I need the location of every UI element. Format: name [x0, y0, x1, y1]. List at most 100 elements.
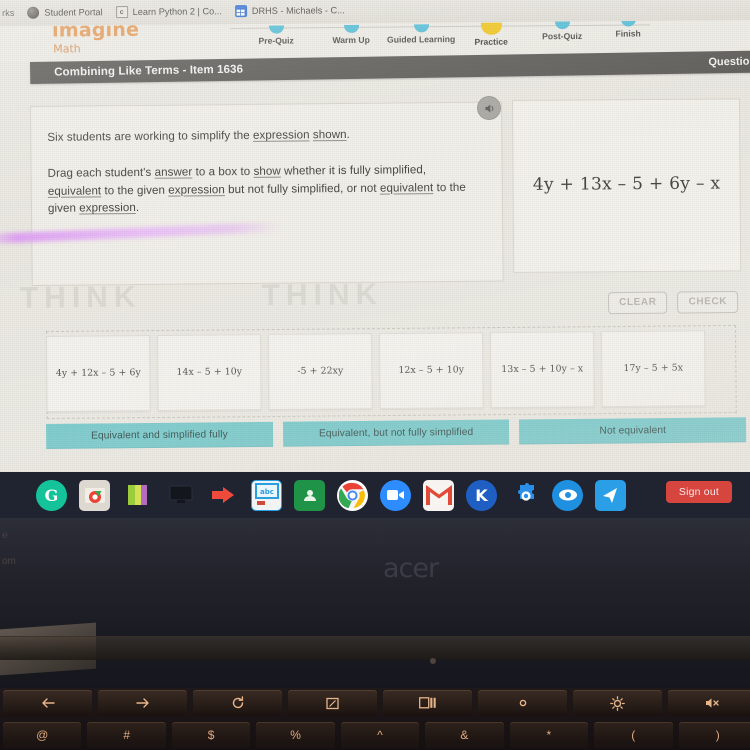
answer-tile[interactable]: 13x – 5 + 10y – x [489, 331, 595, 409]
imagine-math-logo[interactable]: imagine Math [52, 19, 139, 56]
progress-step-label: Practice [474, 36, 508, 47]
drop-zone-equivalent-not-simplified[interactable]: Equivalent, but not fully simplified [282, 419, 510, 447]
prompt-text: . [135, 201, 140, 215]
answer-tile-text: 4y + 12x – 5 + 6y [55, 367, 141, 380]
dollar-key[interactable]: $ [171, 722, 251, 748]
progress-step-warm-up[interactable]: Warm Up [315, 24, 387, 46]
progress-step-finish[interactable]: Finish [592, 18, 664, 39]
prompt-line-1: Six students are working to simplify the… [47, 125, 481, 147]
zoom-icon[interactable] [380, 479, 411, 511]
answer-tile[interactable]: -5 + 22xy [267, 333, 373, 411]
clear-button[interactable]: CLEAR [607, 291, 668, 315]
progress-step-practice[interactable]: Practice [455, 22, 527, 47]
question-content-area: Six students are working to simplify the… [0, 88, 750, 472]
brightness-down-key[interactable] [478, 690, 567, 716]
mute-key[interactable] [668, 690, 750, 716]
browser-tab-title: Learn Python 2 | Co... [132, 6, 222, 17]
page-title: Combining Like Terms - Item 1636 [54, 63, 244, 79]
progress-step-post-quiz[interactable]: Post-Quiz [526, 21, 598, 42]
fullscreen-key[interactable] [288, 690, 377, 716]
asterisk-key[interactable]: * [509, 722, 589, 748]
eye-monitor-icon[interactable] [552, 479, 583, 511]
forward-key[interactable] [98, 690, 187, 716]
acer-brand-logo: acer [383, 553, 439, 584]
sign-out-button[interactable]: Sign out [665, 481, 732, 503]
nearpod-arrow-icon[interactable] [595, 479, 626, 511]
bookmark-clipped-label: rks [2, 7, 15, 18]
gmail-icon[interactable] [423, 479, 454, 511]
chromebook-screen: rks Student Portal c Learn Python 2 | Co… [0, 0, 750, 472]
laptop-hinge [0, 636, 750, 660]
vocabulary-term[interactable]: answer [155, 166, 193, 179]
vocabulary-term[interactable]: show [253, 165, 280, 178]
display-monitor-icon[interactable] [165, 480, 196, 511]
open-paren-key[interactable]: ( [594, 722, 673, 748]
ampersand-key[interactable]: & [425, 722, 504, 748]
drop-zone-headers: Equivalent and simplified fully Equivale… [46, 417, 747, 454]
answer-tile[interactable]: 17y – 5 + 5x [600, 330, 706, 408]
browser-tab-title: Student Portal [44, 7, 103, 18]
chrome-files-icon[interactable] [79, 479, 110, 511]
vocabulary-term[interactable]: expression [79, 201, 136, 215]
prompt-text: to the given [101, 183, 169, 198]
browser-tab-title: DRHS - Michaels - C... [251, 5, 345, 17]
prompt-text: Six students are working to simplify the [47, 128, 254, 144]
screen-reflection-bottom: om [2, 556, 16, 567]
blue-app-icon[interactable]: abc [251, 479, 282, 511]
progress-step-label: Pre-Quiz [258, 35, 294, 46]
drop-zone-not-equivalent[interactable]: Not equivalent [519, 417, 747, 445]
hash-key[interactable]: # [87, 722, 166, 748]
step-marker-icon [413, 24, 429, 33]
prompt-text: whether it is fully simplified, [280, 163, 427, 178]
check-button[interactable]: CHECK [677, 291, 739, 314]
kami-icon[interactable]: K [466, 479, 497, 511]
answer-tiles: 4y + 12x – 5 + 6y 14x – 5 + 10y -5 + 22x… [46, 330, 747, 416]
given-expression-card: 4y + 13x – 5 + 6y – x [512, 98, 742, 273]
drop-zone-equivalent-simplified[interactable]: Equivalent and simplified fully [46, 421, 273, 449]
vocabulary-term[interactable]: expression [168, 183, 225, 197]
prompt-text: to a box to [192, 165, 254, 179]
browser-tab-student-portal[interactable]: Student Portal [27, 6, 103, 19]
speaker-icon[interactable] [477, 96, 501, 120]
spreadsheet-icon [234, 5, 247, 18]
answer-tile[interactable]: 4y + 12x – 5 + 6y [46, 335, 151, 412]
red-arrow-icon[interactable] [208, 480, 239, 511]
keyboard-function-row [0, 690, 750, 716]
chromebook-keyboard: @ # $ % ^ & * ( ) [0, 688, 750, 750]
browser-tab-learn-python[interactable]: c Learn Python 2 | Co... [115, 5, 222, 19]
prompt-text: but not fully simplified, or not [224, 181, 380, 196]
brightness-up-key[interactable] [573, 690, 662, 716]
vocabulary-term[interactable]: equivalent [380, 181, 433, 195]
reload-key[interactable] [193, 690, 282, 716]
question-counter-label: Question [708, 55, 750, 69]
progress-step-label: Post-Quiz [542, 30, 583, 42]
chromeos-shelf: G abc K Sign out [0, 472, 750, 518]
vocabulary-term[interactable]: shown [313, 128, 347, 141]
progress-step-pre-quiz[interactable]: Pre-Quiz [240, 25, 312, 46]
vocabulary-term[interactable]: equivalent [48, 184, 101, 198]
grammarly-icon[interactable]: G [36, 479, 67, 511]
back-key[interactable] [3, 690, 92, 716]
browser-tab-drhs[interactable]: DRHS - Michaels - C... [234, 4, 345, 18]
progress-step-guided-learning[interactable]: Guided Learning [385, 24, 457, 45]
overview-key[interactable] [383, 690, 472, 716]
answer-tile-text: -5 + 22xy [297, 365, 344, 378]
answer-tile-text: 13x – 5 + 10y – x [501, 363, 584, 376]
svg-text:abc: abc [260, 488, 274, 496]
globe-icon [27, 6, 40, 19]
goguardian-puzzle-icon[interactable] [509, 480, 540, 511]
vocabulary-term[interactable]: expression [253, 128, 310, 142]
percent-key[interactable]: % [256, 722, 335, 748]
given-expression-text: 4y + 13x – 5 + 6y – x [532, 173, 721, 195]
step-marker-active-icon [480, 22, 502, 35]
at-key[interactable]: @ [3, 722, 82, 748]
close-paren-key[interactable]: ) [678, 722, 750, 748]
google-classroom-icon[interactable] [294, 479, 325, 511]
answer-tile[interactable]: 12x – 5 + 10y [378, 332, 484, 410]
action-buttons-row: CLEAR CHECK [607, 291, 739, 315]
answer-tile-text: 17y – 5 + 5x [623, 362, 684, 375]
chrome-icon[interactable] [337, 479, 368, 511]
keep-notes-icon[interactable] [122, 480, 153, 511]
caret-key[interactable]: ^ [340, 722, 420, 748]
answer-tile[interactable]: 14x – 5 + 10y [156, 334, 262, 412]
